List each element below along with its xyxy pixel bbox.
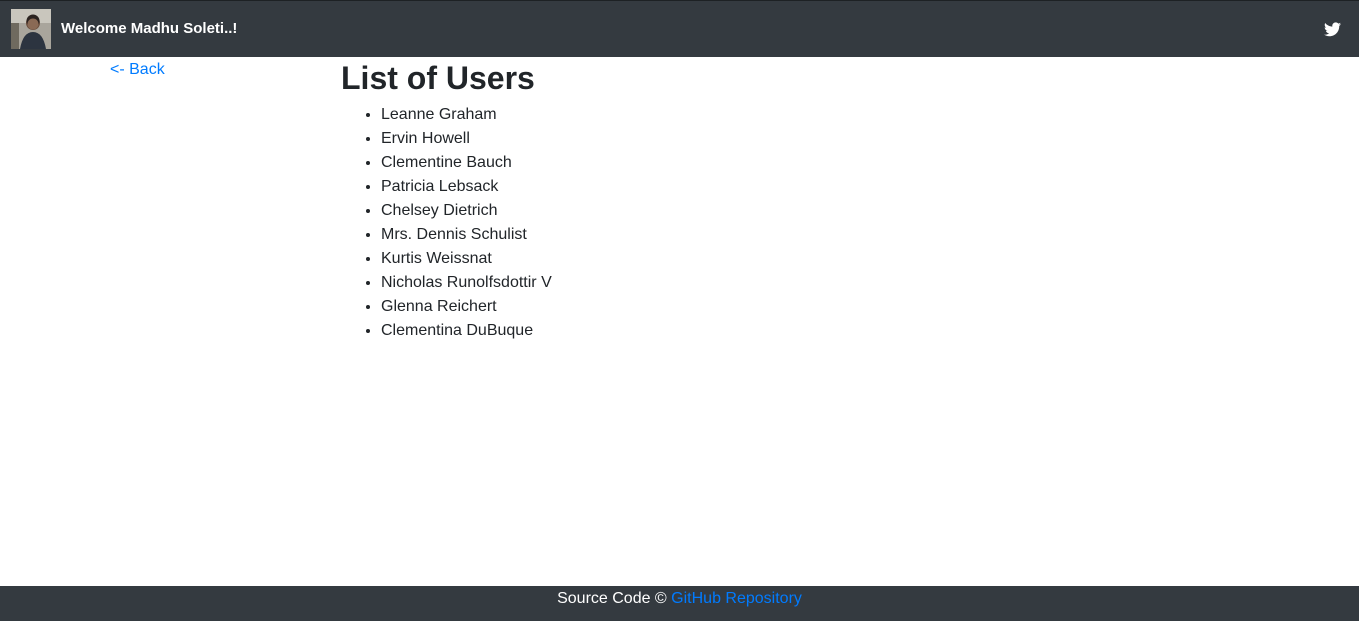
user-photo-icon xyxy=(11,9,51,49)
page-title: List of Users xyxy=(341,60,535,96)
list-item: Chelsey Dietrich xyxy=(381,199,552,223)
list-item: Kurtis Weissnat xyxy=(381,247,552,271)
twitter-icon[interactable] xyxy=(1324,22,1341,37)
list-item: Patricia Lebsack xyxy=(381,175,552,199)
list-item: Ervin Howell xyxy=(381,127,552,151)
footer-text: Source Code © xyxy=(557,590,667,607)
twitter-glyph xyxy=(1324,22,1341,37)
list-item: Clementine Bauch xyxy=(381,151,552,175)
list-item: Mrs. Dennis Schulist xyxy=(381,223,552,247)
list-item: Leanne Graham xyxy=(381,103,552,127)
list-item: Nicholas Runolfsdottir V xyxy=(381,271,552,295)
avatar[interactable] xyxy=(11,9,51,49)
top-navbar: Welcome Madhu Soleti..! xyxy=(0,0,1359,57)
list-item: Glenna Reichert xyxy=(381,295,552,319)
back-link[interactable]: <- Back xyxy=(110,59,165,81)
list-item: Clementina DuBuque xyxy=(381,319,552,343)
github-repository-link[interactable]: GitHub Repository xyxy=(671,590,802,607)
welcome-brand[interactable]: Welcome Madhu Soleti..! xyxy=(61,19,237,39)
footer: Source Code © GitHub Repository xyxy=(0,586,1359,621)
user-list: Leanne Graham Ervin Howell Clementine Ba… xyxy=(341,103,552,343)
